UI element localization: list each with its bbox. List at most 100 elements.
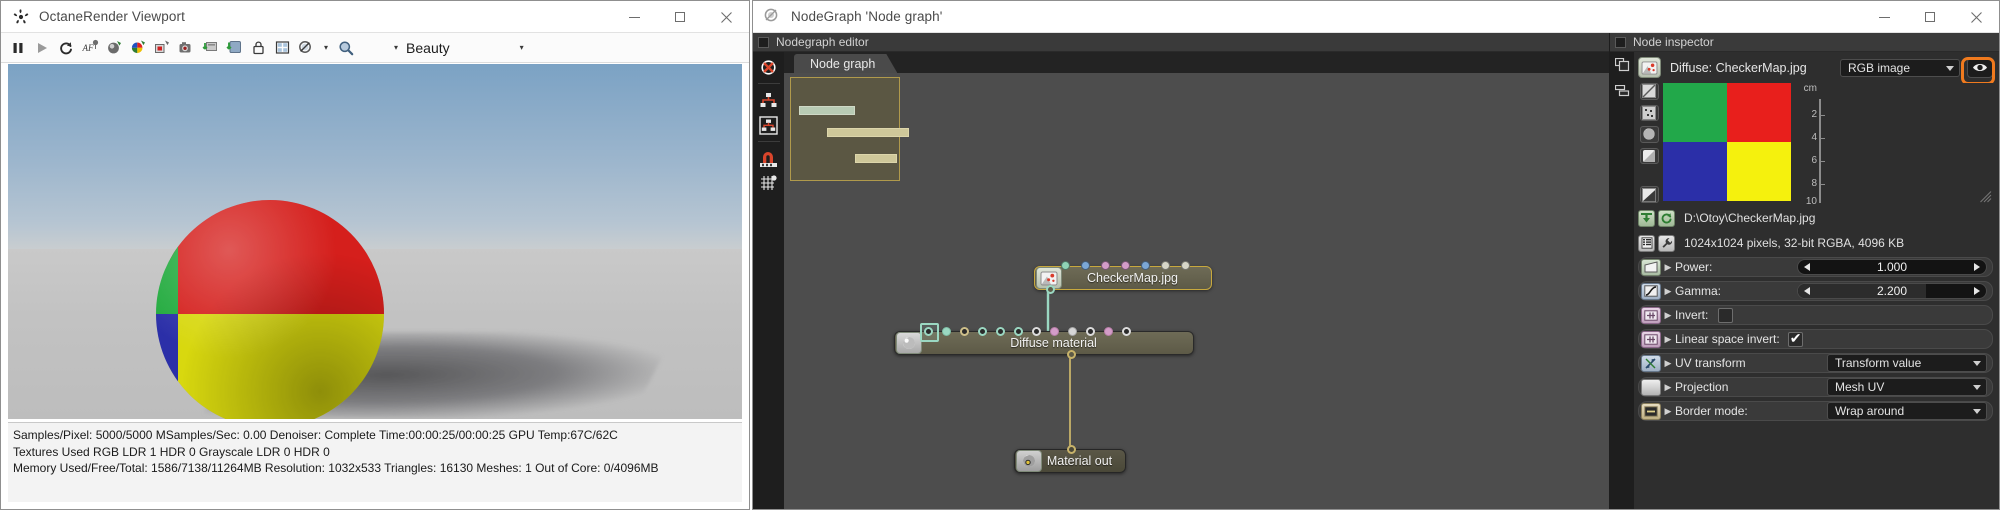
expand-arrow-icon[interactable]: ▶: [1661, 310, 1675, 321]
pin-input-10[interactable]: [1104, 327, 1113, 336]
render-viewport[interactable]: [8, 64, 742, 419]
pin-input-1[interactable]: [1081, 261, 1090, 270]
decrement-icon[interactable]: [1804, 263, 1810, 271]
autofocus-icon[interactable]: AF: [79, 37, 101, 59]
pin-input-11[interactable]: [1122, 327, 1131, 336]
maximize-icon[interactable]: [657, 1, 703, 33]
property-power-slider[interactable]: 1.000: [1797, 259, 1987, 275]
render-layers-icon[interactable]: [271, 37, 293, 59]
property-projection[interactable]: ▶ Projection Mesh UV: [1638, 377, 1993, 397]
collapse-graph-icon[interactable]: [757, 114, 781, 136]
property-projection-dropdown[interactable]: Mesh UV: [1827, 378, 1987, 396]
property-gamma-slider[interactable]: 2.200: [1797, 283, 1987, 299]
render-pass-group-caret-icon[interactable]: ▾: [388, 43, 404, 52]
pin-input-0[interactable]: [1061, 261, 1070, 270]
panel-resize-grip[interactable]: [1980, 190, 1992, 203]
nodegraph-canvas[interactable]: CheckerMap.jpg Diffuse material Material…: [784, 73, 1609, 509]
reload-image-icon[interactable]: [1658, 209, 1675, 227]
plane-preview-icon[interactable]: [1639, 147, 1659, 165]
copy-panel-icon[interactable]: [1614, 57, 1630, 77]
grid-align-icon[interactable]: [757, 172, 781, 194]
expand-arrow-icon[interactable]: ▶: [1661, 286, 1675, 297]
expand-arrow-icon[interactable]: ▶: [1661, 334, 1675, 345]
decrement-icon[interactable]: [1804, 287, 1810, 295]
sphere-preview-icon[interactable]: [1639, 126, 1659, 143]
pin-input-4[interactable]: [1141, 261, 1150, 270]
node-material-out-input-pin[interactable]: [1067, 445, 1076, 454]
increment-icon[interactable]: [1974, 263, 1980, 271]
property-uv-transform-dropdown[interactable]: Transform value: [1827, 354, 1987, 372]
node-diffuse-output-pin[interactable]: [1067, 350, 1076, 359]
pin-input-8[interactable]: [1068, 327, 1077, 336]
export-icon[interactable]: [223, 37, 245, 59]
render-pass-selector[interactable]: ▾ Beauty ▾: [388, 40, 524, 56]
play-icon[interactable]: [31, 37, 53, 59]
close-icon[interactable]: [703, 1, 749, 33]
noise-pattern-icon[interactable]: [1639, 104, 1659, 122]
node-material-out[interactable]: Material out: [1014, 445, 1126, 473]
node-checkermap[interactable]: CheckerMap.jpg: [1034, 261, 1212, 294]
image-type-dropdown[interactable]: RGB image: [1840, 58, 1960, 77]
tab-node-graph[interactable]: Node graph: [794, 54, 897, 73]
property-invert-checkbox[interactable]: [1718, 307, 1734, 323]
increment-icon[interactable]: [1974, 287, 1980, 295]
gradient-preview-icon[interactable]: [1639, 186, 1659, 203]
pick-material-icon[interactable]: [151, 37, 173, 59]
pin-input-2[interactable]: [1101, 261, 1110, 270]
pin-input-6[interactable]: [1181, 261, 1190, 270]
property-power[interactable]: ▶ Power: 1.000: [1638, 257, 1993, 277]
graph-minimap[interactable]: [790, 77, 909, 181]
lock-resolution-icon[interactable]: [247, 37, 269, 59]
expand-arrow-icon[interactable]: ▶: [1661, 406, 1675, 417]
minimize-icon[interactable]: [1861, 1, 1907, 33]
property-gamma[interactable]: ▶ Gamma: 2.200: [1638, 281, 1993, 301]
property-invert[interactable]: ▶ Invert:: [1638, 305, 1993, 325]
expand-graph-icon[interactable]: [757, 89, 781, 111]
pin-input-2[interactable]: [960, 327, 969, 336]
panel-toggle-icon[interactable]: [758, 36, 769, 48]
restart-render-icon[interactable]: [55, 37, 77, 59]
texture-preview-swatch[interactable]: [1663, 83, 1791, 201]
pin-input-5[interactable]: [1014, 327, 1023, 336]
denoise-icon[interactable]: [295, 37, 317, 59]
expand-arrow-icon[interactable]: ▶: [1661, 262, 1675, 273]
panel-toggle-icon[interactable]: [1615, 36, 1626, 48]
magnet-snap-icon[interactable]: [757, 147, 781, 169]
unlink-node-icon[interactable]: [757, 56, 781, 78]
split-panel-icon[interactable]: [1614, 84, 1630, 102]
property-linear-space-invert[interactable]: ▶ Linear space invert:: [1638, 329, 1993, 349]
close-icon[interactable]: [1953, 1, 1999, 33]
render-pass-caret-icon[interactable]: ▾: [520, 43, 524, 52]
expand-arrow-icon[interactable]: ▶: [1661, 382, 1675, 393]
maximize-icon[interactable]: [1907, 1, 1953, 33]
pin-input-6[interactable]: [1032, 327, 1041, 336]
pin-input-1[interactable]: [942, 327, 951, 336]
pin-input-5[interactable]: [1161, 261, 1170, 270]
visibility-toggle-button[interactable]: [1967, 57, 1993, 78]
zoom-icon[interactable]: [335, 37, 357, 59]
render-region-icon[interactable]: [103, 37, 125, 59]
property-border-mode[interactable]: ▶ Border mode: Wrap around: [1638, 401, 1993, 421]
pin-input-4[interactable]: [996, 327, 1005, 336]
minimize-icon[interactable]: [611, 1, 657, 33]
image-settings-icon[interactable]: [1658, 234, 1675, 252]
pin-input-3[interactable]: [1121, 261, 1130, 270]
pin-input-3[interactable]: [978, 327, 987, 336]
property-uv-transform[interactable]: ▶ UV transform Transform value: [1638, 353, 1993, 373]
property-linear-space-invert-checkbox[interactable]: [1787, 330, 1803, 347]
pin-input-0[interactable]: [924, 327, 933, 336]
pin-input-9[interactable]: [1086, 327, 1095, 336]
color-picker-icon[interactable]: [127, 37, 149, 59]
node-checkermap-output-pin[interactable]: [1046, 285, 1055, 294]
checkerboard-alpha-icon[interactable]: [1639, 83, 1659, 100]
save-render-passes-icon[interactable]: [199, 37, 221, 59]
load-image-icon[interactable]: [1638, 209, 1655, 227]
pin-input-7[interactable]: [1050, 327, 1059, 336]
expand-arrow-icon[interactable]: ▶: [1661, 358, 1675, 369]
property-border-mode-dropdown[interactable]: Wrap around: [1827, 402, 1987, 420]
pause-icon[interactable]: [7, 37, 29, 59]
image-info-icon[interactable]: [1638, 234, 1655, 252]
denoise-options-caret-icon[interactable]: ▾: [318, 43, 334, 52]
node-diffuse-material[interactable]: Diffuse material: [894, 323, 1194, 359]
save-image-icon[interactable]: [175, 37, 197, 59]
